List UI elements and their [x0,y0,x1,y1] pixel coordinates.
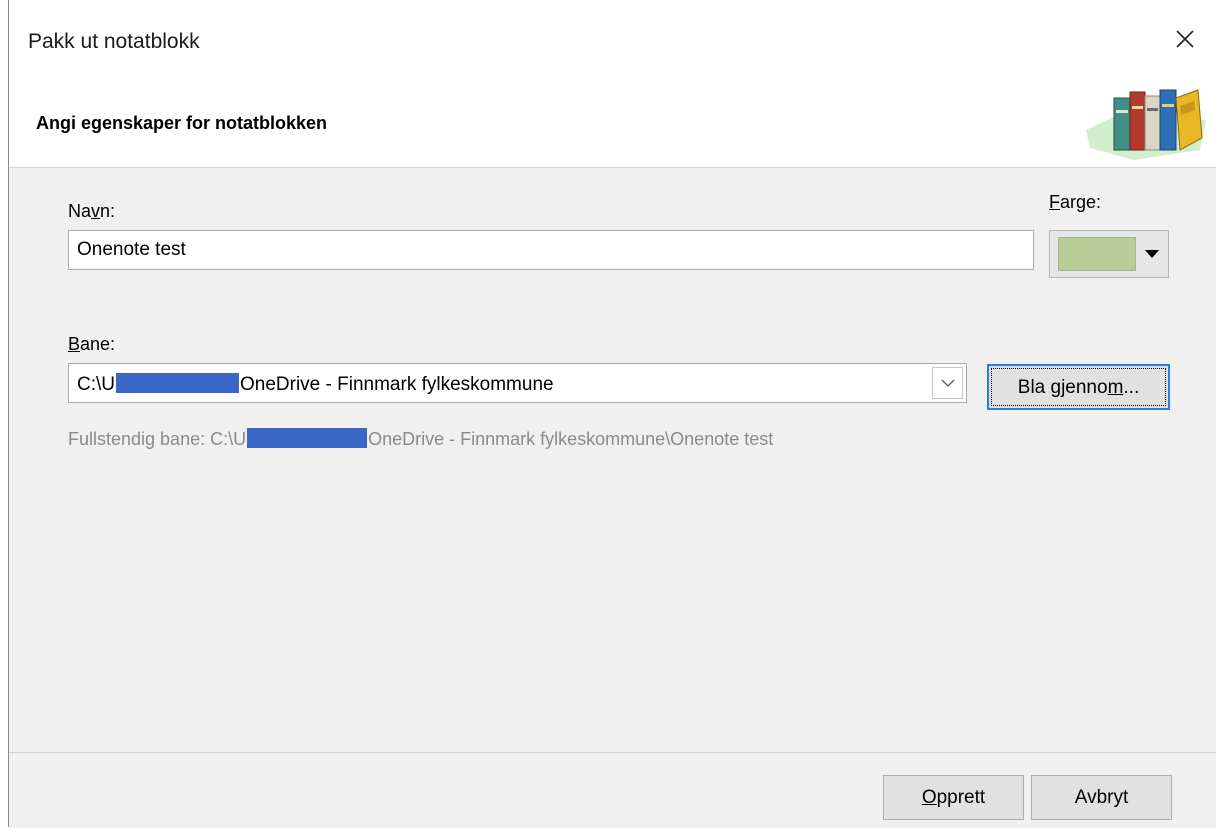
dialog-header: Angi egenskaper for notatblokken [9,86,1216,168]
form-area: Navn: Farge: Onenote test Bane: C:\U OneD… [9,168,1216,752]
color-label: Farge: [1049,192,1102,212]
close-icon [1176,30,1194,48]
path-value: C:\U OneDrive - Finnmark fylkeskommune [77,373,554,395]
close-button[interactable] [1168,22,1202,56]
redaction-block [116,373,239,393]
browse-label: Bla gjennom... [1017,377,1140,398]
title-bar: Pakk ut notatblokk [9,0,1216,86]
browse-button[interactable]: Bla gjennom... [987,364,1170,410]
name-label: Navn: [68,201,116,221]
path-label: Bane: [68,334,116,354]
redaction-block [247,428,368,448]
full-path-text: Fullstendig bane: C:\U OneDrive - Finnmar… [68,428,774,449]
window-title: Pakk ut notatblokk [28,30,200,53]
cancel-button[interactable]: Avbryt [1031,775,1172,820]
path-dropdown-button[interactable] [932,367,963,399]
name-input-value: Onenote test [77,239,186,260]
notebooks-icon [1086,89,1206,160]
dropdown-arrow-icon [1145,250,1159,258]
color-dropdown[interactable] [1049,230,1169,278]
button-bar: Opprett Avbryt [9,752,1216,828]
color-swatch [1058,237,1136,271]
path-combobox[interactable]: C:\U OneDrive - Finnmark fylkeskommune [68,363,967,403]
chevron-down-icon [941,379,955,387]
name-input[interactable]: Onenote test [68,230,1034,270]
unpack-notebook-dialog: Pakk ut notatblokk Angi egenskaper for n… [0,0,1216,828]
dialog-subtitle: Angi egenskaper for notatblokken [36,113,328,133]
create-button[interactable]: Opprett [883,775,1024,820]
